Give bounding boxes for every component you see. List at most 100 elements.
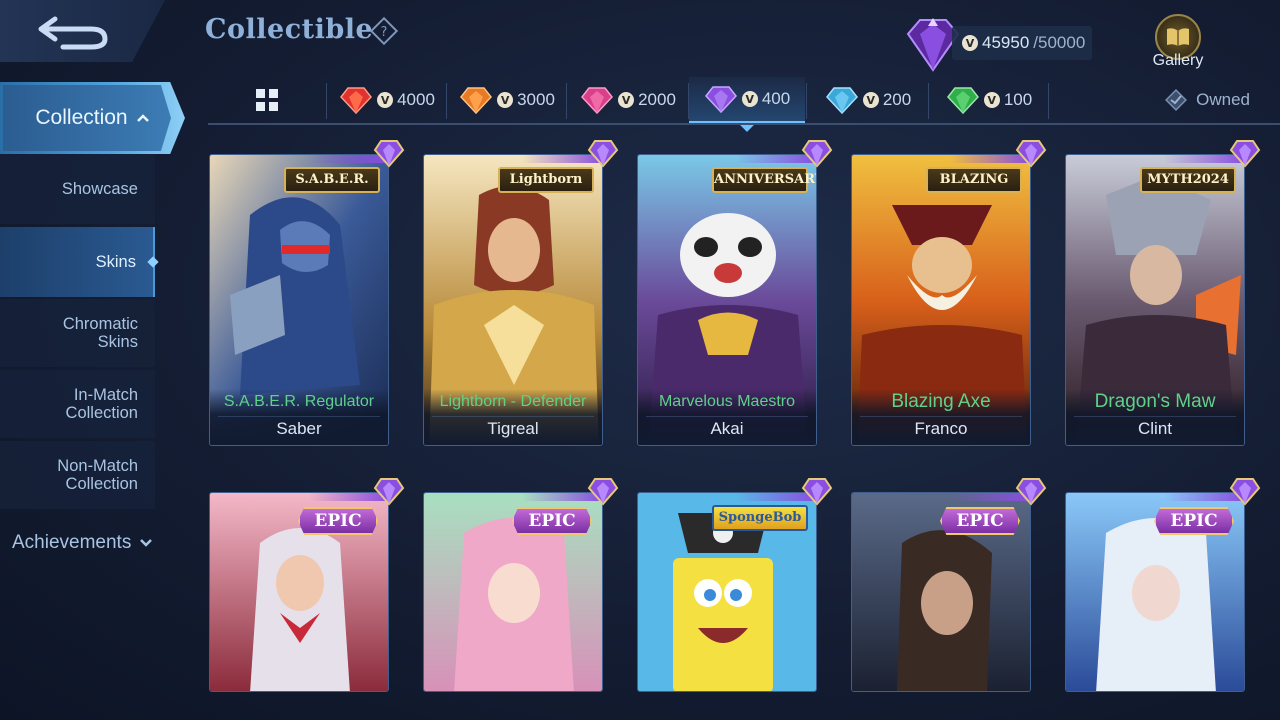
coin-icon: V (377, 92, 394, 108)
sidebar-item-label: Chromatic Skins (62, 315, 138, 351)
blue-gem-icon (825, 87, 858, 115)
coin-icon: V (983, 92, 1000, 108)
coin-icon: V (497, 92, 514, 108)
page-title: Collectible (205, 14, 374, 45)
collection-button[interactable]: Collection (0, 82, 185, 154)
owned-filter[interactable]: Owned (1164, 77, 1250, 123)
skin-card-row2-1[interactable]: EPIC (209, 492, 389, 692)
skin-card-row2-2[interactable]: EPIC (423, 492, 603, 692)
checkbox-diamond-icon (1165, 89, 1188, 111)
tab-value: 4000 (397, 90, 435, 109)
tier-tabs: V 4000 V 3000 V 2000 V 400 V 200 V 100 O… (208, 77, 1280, 125)
achievements-label: Achievements (12, 532, 132, 553)
skin-card-franco[interactable]: BLAZING Blazing Axe Franco (851, 154, 1031, 446)
tab-value: 400 (761, 89, 791, 108)
hero-name: Franco (860, 416, 1022, 439)
skin-card-clint[interactable]: MYTH2024 Dragon's Maw Clint (1065, 154, 1245, 446)
tab-value: 200 (882, 90, 912, 109)
achievements-button[interactable]: Achievements (12, 532, 153, 554)
tab-tier-400[interactable]: V 400 (689, 77, 805, 123)
tab-tier-2000[interactable]: V 2000 (568, 77, 688, 123)
tab-value: 2000 (638, 90, 676, 109)
card-border-accent (638, 155, 816, 163)
tab-value: 100 (1003, 90, 1033, 109)
hero-name: Akai (646, 416, 808, 439)
purple-gem-icon (1015, 478, 1047, 506)
coin-icon: V (618, 92, 635, 108)
card-border-accent (424, 493, 602, 501)
skin-card-saber[interactable]: S.A.B.E.R. S.A.B.E.R. Regulator Saber (209, 154, 389, 446)
red-gem-icon (340, 87, 373, 115)
help-icon[interactable]: ? (369, 16, 399, 46)
purple-gem-icon (373, 140, 405, 168)
purple-gem-icon (373, 478, 405, 506)
series-badge: MYTH2024 (1140, 167, 1236, 193)
points-display: V 45950/50000 (952, 26, 1092, 60)
card-border-accent (210, 493, 388, 501)
sidebar-item-chromatic-skins[interactable]: Chromatic Skins (0, 299, 155, 367)
skin-name: Dragon's Maw (1094, 391, 1216, 412)
hero-name: Clint (1074, 416, 1236, 439)
sidebar-item-skins[interactable]: Skins (0, 227, 159, 297)
sidebar-item-non-match-collection[interactable]: Non-Match Collection (0, 441, 155, 509)
collection-points: V 45950/50000 (890, 10, 1105, 72)
pink-gem-icon (581, 87, 614, 115)
grid-icon (256, 89, 278, 111)
card-border-accent (210, 155, 388, 163)
orange-gem-icon (460, 87, 493, 115)
series-badge: S.A.B.E.R. (284, 167, 380, 193)
card-border-accent (852, 493, 1030, 501)
skin-card-akai[interactable]: ANNIVERSARY Marvelous Maestro Akai (637, 154, 817, 446)
purple-gem-icon (801, 478, 833, 506)
tab-tier-100[interactable]: V 100 (930, 77, 1048, 123)
card-info: S.A.B.E.R. Regulator Saber (210, 389, 388, 445)
chevron-down-icon (140, 539, 153, 547)
skin-card-row2-3[interactable]: SpongeBob (637, 492, 817, 692)
tab-all[interactable] (208, 77, 326, 123)
back-arrow-icon (38, 16, 107, 50)
gallery-button[interactable]: Gallery (1146, 14, 1210, 74)
sidebar-item-label: Skins (95, 253, 136, 271)
series-badge: ANNIVERSARY (712, 167, 816, 193)
series-badge: Lightborn (498, 167, 594, 193)
skin-card-row2-5[interactable]: EPIC (1065, 492, 1245, 692)
coin-icon: V (862, 92, 879, 108)
tab-tier-200[interactable]: V 200 (808, 77, 928, 123)
owned-label: Owned (1196, 90, 1250, 109)
collection-label: Collection (35, 106, 128, 129)
sidebar-item-label: In-Match Collection (65, 386, 138, 422)
points-current: 45950 (982, 33, 1030, 52)
sidebar-item-label: Non-Match Collection (57, 457, 138, 493)
gallery-label: Gallery (1152, 52, 1204, 69)
active-indicator-icon (147, 256, 159, 268)
skin-card-row2-4[interactable]: EPIC (851, 492, 1031, 692)
tab-tier-3000[interactable]: V 3000 (448, 77, 566, 123)
purple-gem-icon (1015, 140, 1047, 168)
series-badge: SpongeBob (712, 505, 808, 531)
card-border-accent (1066, 493, 1244, 501)
card-border-accent (424, 155, 602, 163)
coin-icon: V (741, 91, 758, 107)
points-max: /50000 (1033, 33, 1086, 52)
sidebar-item-label: Showcase (61, 180, 138, 198)
card-info: Blazing Axe Franco (852, 389, 1030, 445)
hero-name: Saber (218, 416, 380, 439)
epic-badge: EPIC (512, 507, 592, 535)
card-info: Lightborn - Defender Tigreal (424, 389, 602, 445)
hero-name: Tigreal (432, 416, 594, 439)
purple-gem-icon (587, 140, 619, 168)
svg-text:?: ? (381, 25, 388, 40)
tab-tier-4000[interactable]: V 4000 (328, 77, 446, 123)
card-info: Marvelous Maestro Akai (638, 389, 816, 445)
skin-name: Blazing Axe (891, 391, 991, 412)
back-button[interactable] (0, 0, 165, 62)
skin-name: S.A.B.E.R. Regulator (223, 393, 375, 410)
sidebar-item-showcase[interactable]: Showcase (0, 154, 155, 224)
epic-badge: EPIC (298, 507, 378, 535)
chevron-up-icon (136, 114, 149, 122)
card-border-accent (1066, 155, 1244, 163)
card-border-accent (638, 493, 816, 501)
skin-card-tigreal[interactable]: Lightborn Lightborn - Defender Tigreal (423, 154, 603, 446)
purple-gem-icon (587, 478, 619, 506)
sidebar-item-in-match-collection[interactable]: In-Match Collection (0, 370, 155, 438)
